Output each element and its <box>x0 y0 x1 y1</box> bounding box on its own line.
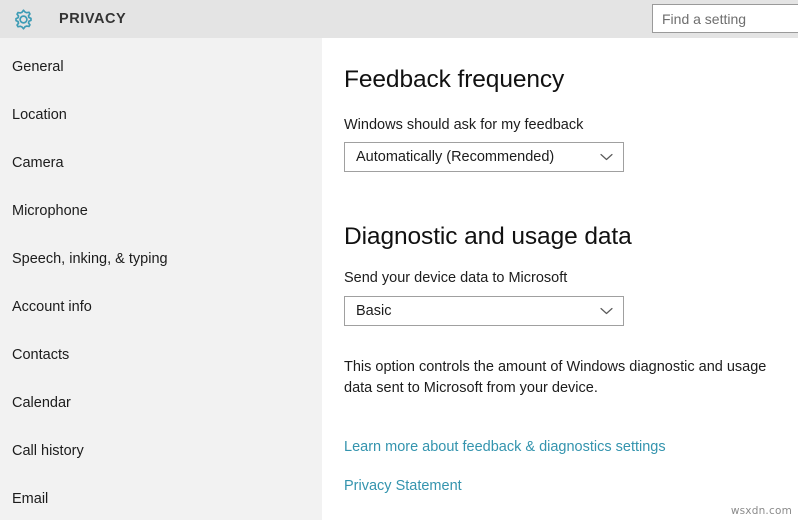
settings-window: PRIVACY General Location Camera Micropho… <box>0 0 798 520</box>
sidebar-item-call-history[interactable]: Call history <box>0 436 322 466</box>
feedback-frequency-dropdown[interactable]: Automatically (Recommended) <box>344 142 624 172</box>
feedback-frequency-label: Windows should ask for my feedback <box>344 117 583 133</box>
window-header: PRIVACY <box>0 0 798 38</box>
sidebar-item-email[interactable]: Email <box>0 484 322 514</box>
diagnostic-usage-heading: Diagnostic and usage data <box>344 223 632 251</box>
diagnostic-usage-description: This option controls the amount of Windo… <box>344 357 790 399</box>
feedback-frequency-value: Automatically (Recommended) <box>356 149 554 165</box>
sidebar-item-label: Location <box>12 107 67 123</box>
sidebar-item-location[interactable]: Location <box>0 100 322 130</box>
sidebar-item-speech-inking-typing[interactable]: Speech, inking, & typing <box>0 244 322 274</box>
sidebar-item-label: Microphone <box>12 203 88 219</box>
diagnostic-usage-label: Send your device data to Microsoft <box>344 270 567 286</box>
privacy-statement-link[interactable]: Privacy Statement <box>344 478 462 494</box>
gear-icon <box>11 7 36 32</box>
sidebar-item-general[interactable]: General <box>0 52 322 82</box>
sidebar-item-label: Account info <box>12 299 92 315</box>
sidebar-item-microphone[interactable]: Microphone <box>0 196 322 226</box>
sidebar-item-label: Speech, inking, & typing <box>12 251 168 267</box>
chevron-down-icon <box>600 307 613 315</box>
sidebar-item-camera[interactable]: Camera <box>0 148 322 178</box>
sidebar-item-label: Email <box>12 491 48 507</box>
diagnostic-usage-value: Basic <box>356 303 391 319</box>
watermark: wsxdn.com <box>731 505 792 517</box>
sidebar-item-calendar[interactable]: Calendar <box>0 388 322 418</box>
sidebar-item-contacts[interactable]: Contacts <box>0 340 322 370</box>
sidebar-item-label: Call history <box>12 443 84 459</box>
diagnostic-usage-dropdown[interactable]: Basic <box>344 296 624 326</box>
page-title: PRIVACY <box>59 0 126 38</box>
learn-more-link[interactable]: Learn more about feedback & diagnostics … <box>344 439 666 455</box>
search-input[interactable] <box>662 5 798 32</box>
sidebar-item-label: Contacts <box>12 347 69 363</box>
sidebar-item-label: Calendar <box>12 395 71 411</box>
chevron-down-icon <box>600 153 613 161</box>
feedback-frequency-heading: Feedback frequency <box>344 66 564 94</box>
sidebar-item-label: Camera <box>12 155 64 171</box>
sidebar-item-label: General <box>12 59 64 75</box>
main-content: Feedback frequency Windows should ask fo… <box>322 38 798 520</box>
sidebar: General Location Camera Microphone Speec… <box>0 38 322 520</box>
search-setting-box[interactable] <box>652 4 798 33</box>
sidebar-item-account-info[interactable]: Account info <box>0 292 322 322</box>
